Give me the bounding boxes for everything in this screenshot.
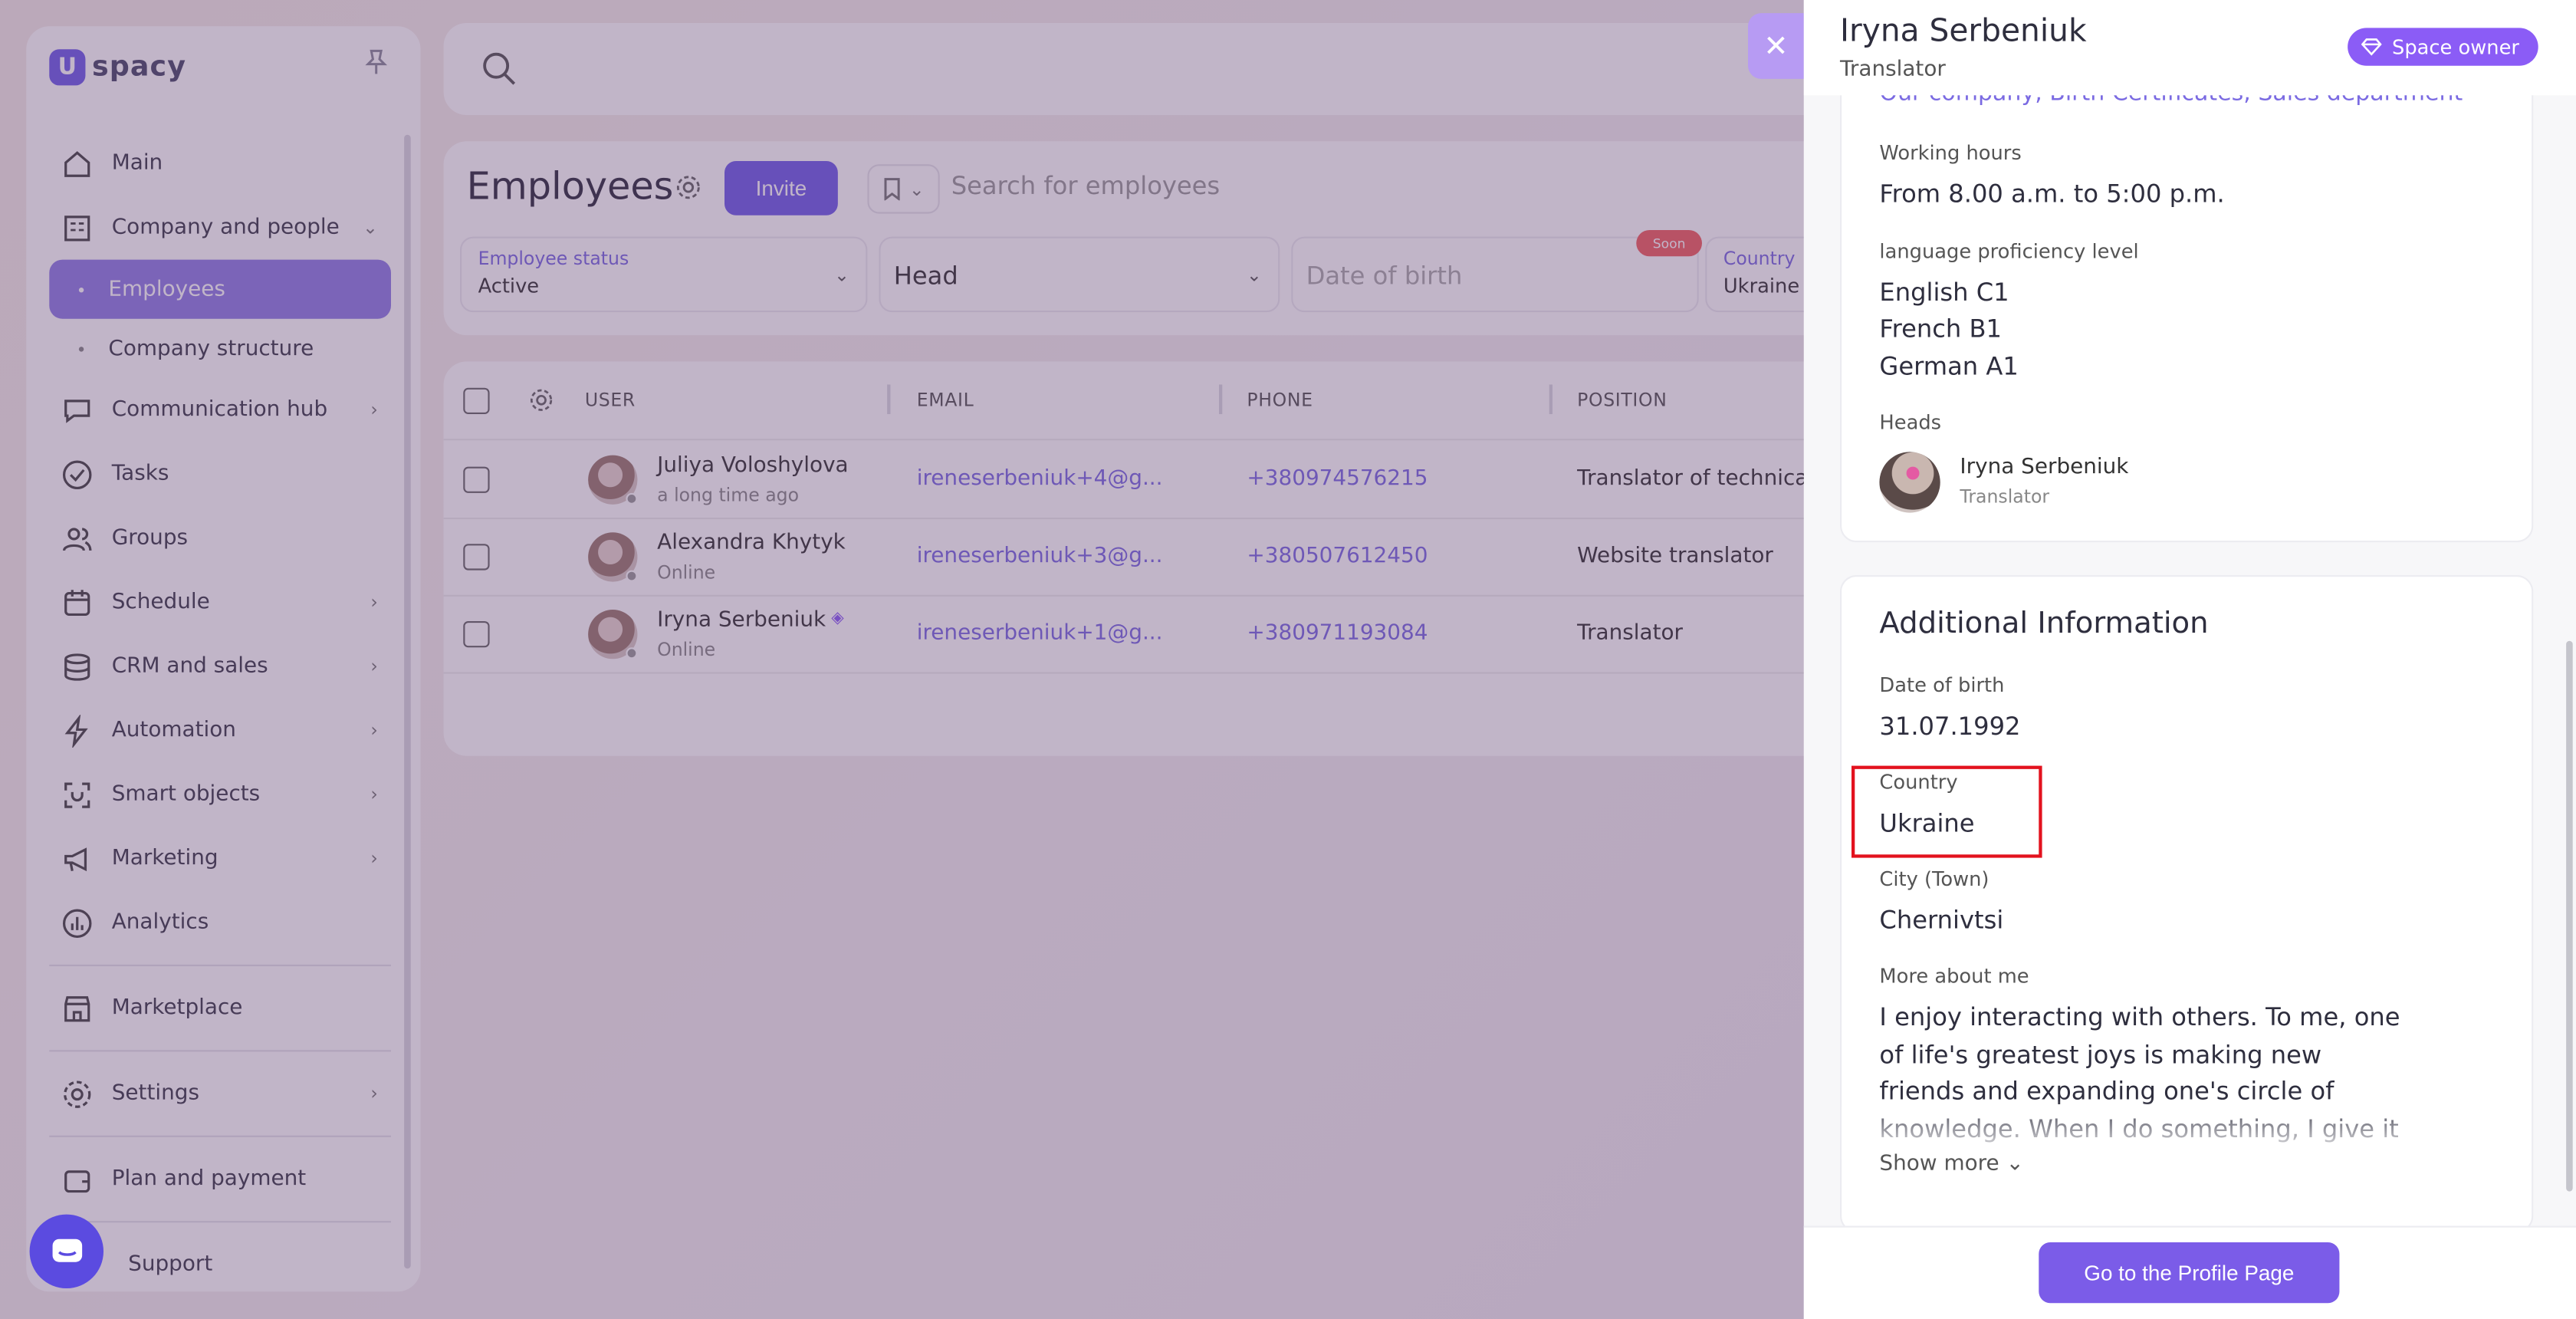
section-title: Additional Information	[1879, 606, 2209, 641]
show-more-label: Show more	[1879, 1152, 1999, 1177]
working-hours-value: From 8.00 a.m. to 5:00 p.m.	[1879, 179, 2225, 209]
profile-name: Iryna Serbeniuk	[1840, 13, 2087, 50]
additional-info-card: Additional Information Date of birth 31.…	[1840, 575, 2534, 1233]
close-icon: ✕	[1763, 28, 1789, 64]
language-item: French B1	[1879, 314, 2003, 344]
chevron-down-icon: ⌄	[2006, 1152, 2024, 1177]
panel-header: Iryna Serbeniuk Translator Space owner	[1803, 0, 2576, 96]
language-label: language proficiency level	[1879, 239, 2139, 263]
date-of-birth-label: Date of birth	[1879, 673, 2005, 697]
panel-scrollbar[interactable]	[2566, 640, 2573, 1192]
country-highlight-box	[1852, 765, 2042, 858]
date-of-birth-value: 31.07.1992	[1879, 711, 2021, 742]
language-item: English C1	[1879, 278, 2009, 308]
work-info-card: Our company, Birth Certificates, Sales d…	[1840, 49, 2534, 543]
city-value: Chernivtsi	[1879, 905, 2004, 936]
heads-label: Heads	[1879, 410, 1942, 434]
working-hours-label: Working hours	[1879, 141, 2022, 165]
about-fade	[1842, 1099, 2433, 1159]
space-owner-badge: Space owner	[2348, 28, 2539, 66]
badge-label: Space owner	[2392, 35, 2520, 59]
city-label: City (Town)	[1879, 867, 1990, 891]
support-icon	[51, 1238, 82, 1261]
show-more-button[interactable]: Show more ⌄	[1879, 1152, 2023, 1176]
language-item: German A1	[1879, 351, 2019, 382]
head-avatar[interactable]	[1879, 452, 1940, 513]
modal-backdrop[interactable]	[0, 0, 1804, 1319]
panel-footer: Go to the Profile Page	[1803, 1225, 2576, 1319]
about-label: More about me	[1879, 964, 2029, 988]
close-panel-button[interactable]: ✕	[1748, 13, 1804, 79]
diamond-icon	[2361, 38, 2382, 56]
support-chat-button[interactable]	[29, 1214, 104, 1288]
head-role: Translator	[1960, 486, 2050, 508]
head-name[interactable]: Iryna Serbeniuk	[1960, 456, 2128, 480]
go-to-profile-button[interactable]: Go to the Profile Page	[2039, 1242, 2340, 1304]
profile-panel: Iryna Serbeniuk Translator Space owner O…	[1803, 0, 2576, 1319]
profile-role: Translator	[1840, 58, 1946, 83]
